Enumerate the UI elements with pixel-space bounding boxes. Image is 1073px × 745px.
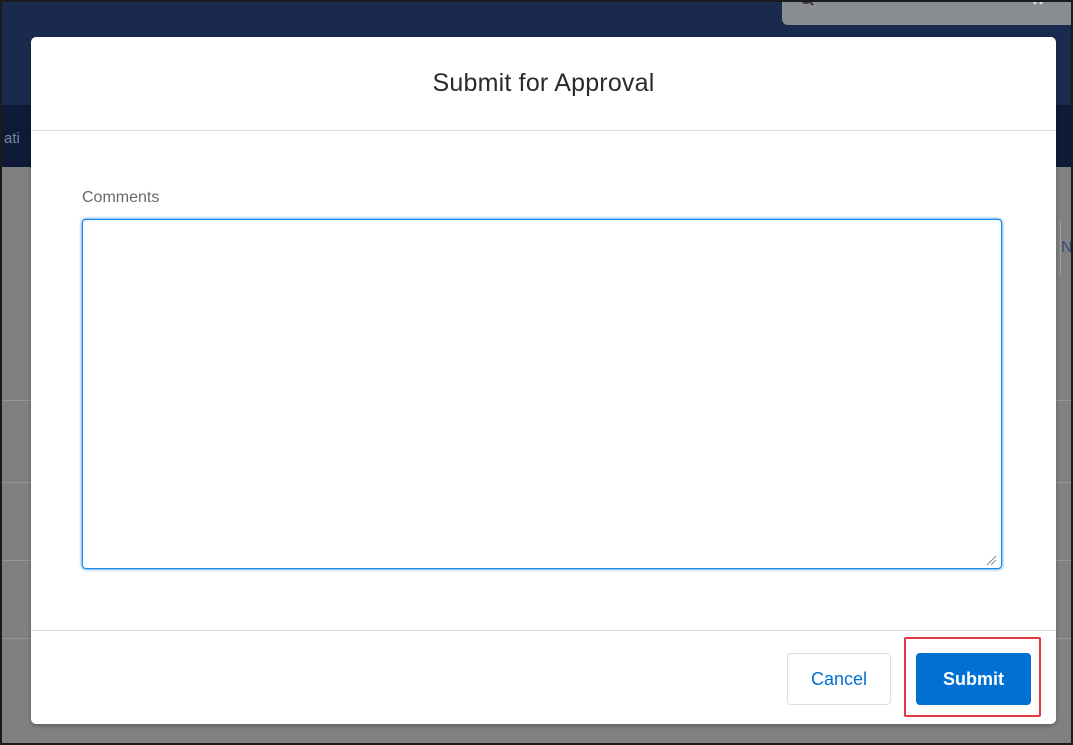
modal-title: Submit for Approval (432, 69, 655, 97)
background-divider (1054, 560, 1071, 561)
resize-handle-icon[interactable] (985, 554, 997, 566)
comments-label: Comments (82, 189, 160, 206)
modal-body: Comments (31, 131, 1056, 630)
cancel-button[interactable]: Cancel (787, 653, 891, 705)
background-divider (1054, 482, 1071, 483)
background-right-tab-label: N (1061, 239, 1073, 256)
submit-for-approval-modal: Submit for Approval Comments Cancel Subm… (31, 37, 1056, 724)
modal-footer: Cancel Submit (31, 630, 1056, 725)
background-nav-text: ati (4, 130, 20, 147)
screen: ati N Submit for Approval Comments Cance… (0, 0, 1073, 745)
background-divider (1054, 400, 1071, 401)
background-divider (2, 482, 32, 483)
background-divider (2, 400, 32, 401)
background-divider (1054, 638, 1071, 639)
search-icon (801, 2, 814, 6)
comments-textarea[interactable] (82, 219, 1002, 569)
close-icon (1032, 2, 1044, 5)
modal-header: Submit for Approval (31, 37, 1056, 131)
submit-button[interactable]: Submit (916, 653, 1031, 705)
background-divider (2, 638, 32, 639)
background-divider (2, 560, 32, 561)
